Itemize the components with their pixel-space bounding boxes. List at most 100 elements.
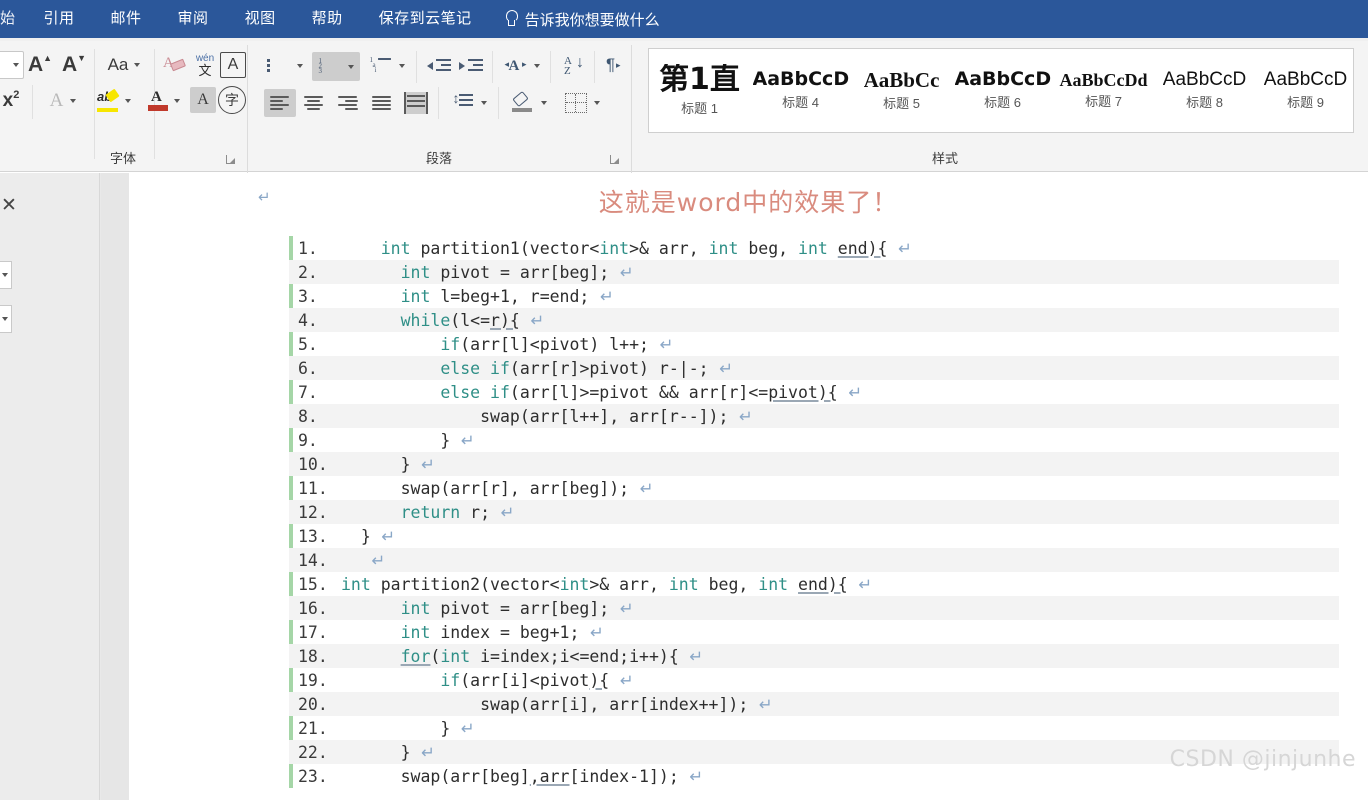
distribute-button[interactable] [400,88,432,118]
style-preview: AaBbCcD [1263,70,1348,90]
code-line[interactable]: 20. swap(arr[i], arr[index++]); ↵ [289,692,1339,716]
pilcrow-mark: ↵ [410,742,435,762]
style-item-6[interactable]: AaBbCcD 标题 8 [1154,49,1255,132]
code-line[interactable]: 12. return r; ↵ [289,500,1339,524]
bullets-button[interactable] [264,53,306,79]
align-center-button[interactable] [298,89,330,117]
chevron-down-icon [533,64,540,68]
increase-indent-button[interactable] [456,53,486,79]
code-line-number: 7. [298,382,318,402]
code-line[interactable]: 5. if(arr[l]<pivot) l++; ↵ [289,332,1339,356]
align-right-button[interactable] [332,89,364,117]
close-icon[interactable]: ✕ [0,195,20,217]
borders-button[interactable] [558,88,606,118]
code-line-text: else if(arr[r]>pivot) r-|-; ↵ [440,358,733,378]
shading-button[interactable] [506,88,552,118]
style-item-3[interactable]: AaBbCc 标题 5 [851,49,952,132]
pilcrow-mark: ↵ [887,238,912,258]
document-page[interactable]: 这就是word中的效果了！ ↵ 1. int partition1(vector… [129,173,1368,800]
pilcrow-mark: ↵ [708,358,733,378]
code-line[interactable]: 11. swap(arr[r], arr[beg]); ↵ [289,476,1339,500]
phonetic-guide-button[interactable]: wén 文 [190,50,220,80]
tell-me-box[interactable]: 告诉我你想要做什么 [490,9,660,30]
change-case-button[interactable]: Aa [100,51,148,79]
text-effects-button[interactable]: A [40,87,86,115]
superscript-button[interactable]: x2 [0,87,26,115]
style-preview: 第1直 [659,64,740,96]
ribbon-tab-3[interactable]: 审阅 [160,0,227,38]
ribbon-tab-2[interactable]: 邮件 [93,0,160,38]
code-line-text: swap(arr[r], arr[beg]); ↵ [400,478,654,498]
code-line[interactable]: 4. while(l<=r){ ↵ [289,308,1339,332]
clear-formatting-button[interactable]: A [160,51,190,79]
code-line[interactable]: 9. } ↵ [289,428,1339,452]
rail-dropdown-1[interactable] [0,261,12,289]
code-line[interactable]: 18. for(int i=index;i<=end;i++){ ↵ [289,644,1339,668]
document-area: ✕ 这就是word中的效果了！ ↵ 1. int partition1(vect… [0,173,1368,800]
line-spacing-button[interactable]: ↕ [446,89,492,117]
justify-button[interactable] [366,89,398,117]
ribbon-tab-0[interactable]: 始 [0,0,26,38]
sort-button[interactable]: A Z ↓ [558,52,590,80]
character-shading-button[interactable]: A [190,87,216,113]
character-border-icon: A [227,56,239,73]
distribute-icon [404,92,428,114]
code-line[interactable]: 16. int pivot = arr[beg]; ↵ [289,596,1339,620]
code-line[interactable]: 21. } ↵ [289,716,1339,740]
styles-gallery[interactable]: 第1直 标题 1 AaBbCcD 标题 4 AaBbCc 标题 5 AaBbCcD 标题 6A… [648,48,1354,133]
decrease-indent-button[interactable] [424,53,454,79]
font-dialog-launcher[interactable] [225,153,238,166]
align-left-button[interactable] [264,89,296,117]
paint-bucket-icon [511,90,534,114]
show-formatting-marks-button[interactable]: ¶ ▸ [600,53,628,79]
multilevel-list-button[interactable]: 1ai [364,53,410,79]
paragraph-dialog-launcher[interactable] [609,153,622,166]
code-line[interactable]: 6. else if(arr[r]>pivot) r-|-; ↵ [289,356,1339,380]
code-line[interactable]: 23. swap(arr[beg],arr[index-1]); ↵ [289,764,1339,788]
chevron-down-icon [13,63,19,67]
grow-font-button[interactable]: A ▲ [24,51,56,79]
code-line[interactable]: 8. swap(arr[l++], arr[r--]); ↵ [289,404,1339,428]
pilcrow-mark: ↵ [847,574,873,594]
code-line[interactable]: 2. int pivot = arr[beg]; ↵ [289,260,1339,284]
code-line[interactable]: 7. else if(arr[l]>=pivot && arr[r]<=pivo… [289,380,1339,404]
code-line[interactable]: 3. int l=beg+1, r=end; ↵ [289,284,1339,308]
code-line[interactable]: 15. int partition2(vector<int>& arr, int … [289,572,1339,596]
code-line[interactable]: 22. } ↵ [289,740,1339,764]
ribbon-tab-6[interactable]: 保存到云笔记 [361,0,490,38]
font-color-button[interactable]: A [140,85,188,117]
pilcrow-mark: ↵ [579,622,604,642]
style-item-7[interactable]: AaBbCcD 标题 9 [1255,49,1353,132]
divider [594,51,595,83]
code-line-text: } ↵ [440,718,475,738]
rail-dropdown-2[interactable] [0,305,12,333]
chevron-down-icon [2,317,8,321]
code-line[interactable]: 19. if(arr[i]<pivot){ ↵ [289,668,1339,692]
code-line-text: int pivot = arr[beg]; ↵ [400,262,634,282]
chevron-down-icon [593,101,600,105]
code-line-text: } ↵ [440,430,475,450]
code-line[interactable]: 1. int partition1(vector<int>& arr, int … [289,236,1339,260]
style-name: 标题 1 [681,100,718,116]
style-item-2[interactable]: AaBbCcD 标题 4 [750,49,851,132]
shrink-font-button[interactable]: A ▼ [58,51,90,79]
font-size-combo[interactable] [0,51,24,79]
code-line[interactable]: 13. } ↵ [289,524,1339,548]
enclose-character-button[interactable]: 字 [218,86,246,114]
ribbon-tab-5[interactable]: 帮助 [294,0,361,38]
style-item-5[interactable]: AaBbCcDd 标题 7 [1053,49,1154,132]
highlight-color-button[interactable]: ab [90,85,138,117]
code-line[interactable]: 17. int index = beg+1; ↵ [289,620,1339,644]
numbering-button[interactable]: 123 [312,52,360,81]
ribbon-tab-1[interactable]: 引用 [26,0,93,38]
code-line[interactable]: 10. } ↵ [289,452,1339,476]
grow-arrow-icon: ▲ [43,53,53,63]
style-item-1[interactable]: 第1直标题 1 [649,49,750,132]
pilcrow-icon: ¶ ▸ [606,55,621,74]
asian-layout-button[interactable]: A ◂ ▸ [500,53,544,79]
code-line[interactable]: 14. ↵ [289,548,1339,572]
style-item-4[interactable]: AaBbCcD 标题 6 [952,49,1053,132]
ribbon-tab-4[interactable]: 视图 [227,0,294,38]
character-border-button[interactable]: A [220,52,246,78]
code-line-number: 5. [298,334,318,354]
